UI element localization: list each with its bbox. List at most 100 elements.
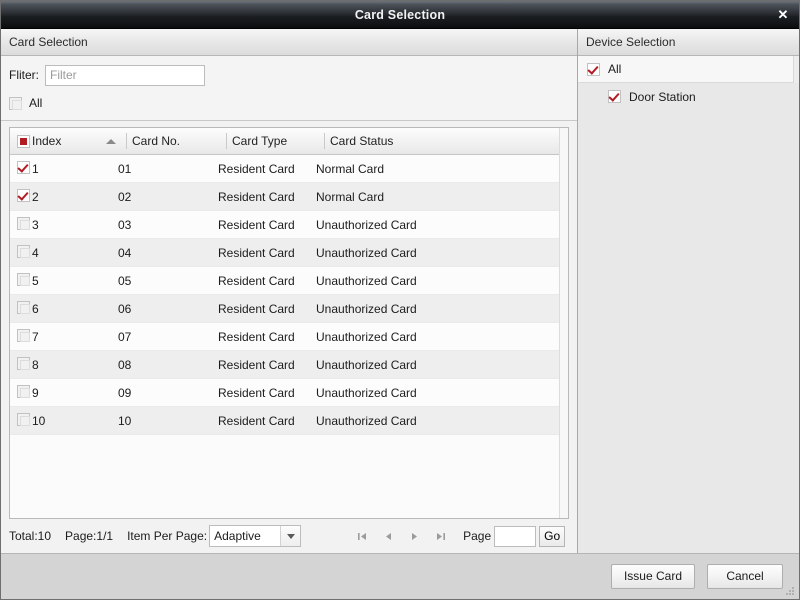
cell-card-no: 08 <box>118 357 132 372</box>
chevron-down-icon[interactable] <box>280 526 301 546</box>
row-checkbox-cell[interactable] <box>10 188 32 205</box>
cell-card-status: Unauthorized Card <box>316 301 417 316</box>
cell-card-status: Unauthorized Card <box>316 413 417 428</box>
table-row[interactable]: 5 05 Resident Card Unauthorized Card <box>10 267 568 295</box>
window-title: Card Selection <box>354 8 446 22</box>
device-selection-header: Device Selection <box>578 29 799 56</box>
filter-label: Fliter: <box>9 68 39 82</box>
resize-grip[interactable] <box>786 587 796 597</box>
last-page-icon[interactable] <box>427 525 453 547</box>
cell-card-no: 03 <box>118 217 132 232</box>
select-all-checkbox[interactable] <box>9 96 22 110</box>
cell-card-no: 01 <box>118 161 132 176</box>
cell-card-status: Unauthorized Card <box>316 357 417 372</box>
cell-card-status: Unauthorized Card <box>316 217 417 232</box>
column-header-card-status[interactable]: Card Status <box>324 128 568 155</box>
cell-card-type: Resident Card <box>218 357 295 372</box>
column-header-card-type[interactable]: Card Type <box>226 128 324 155</box>
dialog-footer: Issue Card Cancel <box>1 553 799 599</box>
table-row[interactable]: 2 02 Resident Card Normal Card <box>10 183 568 211</box>
page-indicator-label: Page:1/1 <box>65 529 114 543</box>
issue-card-button[interactable]: Issue Card <box>610 564 695 589</box>
row-checkbox-cell[interactable] <box>10 384 32 401</box>
row-checkbox[interactable] <box>17 328 30 342</box>
card-selection-dialog: Card Selection ✕ Card Selection Fliter: … <box>0 0 800 600</box>
cell-card-type: Resident Card <box>218 329 295 344</box>
previous-page-icon[interactable] <box>375 525 401 547</box>
row-checkbox-cell[interactable] <box>10 356 32 373</box>
cell-card-status: Unauthorized Card <box>316 329 417 344</box>
cell-card-type: Resident Card <box>218 189 295 204</box>
cell-index: 7 <box>32 329 39 344</box>
item-per-page-label: Item Per Page: <box>127 529 208 543</box>
card-table-body: 1 01 Resident Card Normal Card 2 02 Resident C… <box>10 155 568 518</box>
cell-card-no: 04 <box>118 245 132 260</box>
row-checkbox[interactable] <box>17 216 30 230</box>
row-checkbox[interactable] <box>17 356 30 370</box>
close-icon[interactable]: ✕ <box>773 5 793 25</box>
select-all-row[interactable]: All <box>9 92 577 114</box>
row-checkbox-cell[interactable] <box>10 216 32 233</box>
table-row[interactable]: 6 06 Resident Card Unauthorized Card <box>10 295 568 323</box>
card-selection-panel: Card Selection Fliter: All Inde <box>1 29 578 553</box>
table-row[interactable]: 4 04 Resident Card Unauthorized Card <box>10 239 568 267</box>
device-label: All <box>608 62 622 76</box>
device-list-item[interactable]: Door Station <box>578 83 799 110</box>
header-checkbox-cell[interactable] <box>10 128 32 155</box>
row-checkbox-cell[interactable] <box>10 300 32 317</box>
cell-card-no: 09 <box>118 385 132 400</box>
column-header-card-status-label: Card Status <box>330 134 394 148</box>
pagination-bar: Total:10 Page:1/1 Item Per Page: Adaptiv… <box>1 519 577 553</box>
next-page-icon[interactable] <box>401 525 427 547</box>
row-checkbox-cell[interactable] <box>10 160 32 177</box>
row-checkbox[interactable] <box>17 244 30 258</box>
device-checkbox[interactable] <box>587 62 600 76</box>
row-checkbox[interactable] <box>17 412 30 426</box>
cell-index: 4 <box>32 245 39 260</box>
device-checkbox[interactable] <box>608 90 621 103</box>
filter-input[interactable] <box>45 64 205 86</box>
row-checkbox[interactable] <box>17 272 30 286</box>
device-list-item[interactable]: All <box>578 56 799 83</box>
table-row[interactable]: 8 08 Resident Card Unauthorized Card <box>10 351 568 379</box>
row-checkbox-cell[interactable] <box>10 244 32 261</box>
table-row[interactable]: 3 03 Resident Card Unauthorized Card <box>10 211 568 239</box>
row-checkbox-cell[interactable] <box>10 328 32 345</box>
sort-ascending-icon[interactable] <box>106 138 116 144</box>
cell-card-status: Unauthorized Card <box>316 245 417 260</box>
page-jump-input[interactable] <box>494 525 537 547</box>
page-jump-label: Page <box>463 529 492 543</box>
row-checkbox[interactable] <box>17 160 30 174</box>
first-page-icon[interactable] <box>349 525 375 547</box>
go-button[interactable]: Go <box>539 525 566 547</box>
device-label: Door Station <box>629 89 696 104</box>
cell-card-type: Resident Card <box>218 273 295 288</box>
title-bar: Card Selection ✕ <box>1 1 799 29</box>
item-per-page-select[interactable]: Adaptive <box>209 525 302 547</box>
row-checkbox[interactable] <box>17 384 30 398</box>
row-checkbox-cell[interactable] <box>10 272 32 289</box>
table-row[interactable]: 10 10 Resident Card Unauthorized Card <box>10 407 568 435</box>
header-select-checkbox[interactable] <box>17 134 30 148</box>
total-count-label: Total:10 <box>9 529 52 543</box>
row-checkbox[interactable] <box>17 300 30 314</box>
table-row[interactable]: 9 09 Resident Card Unauthorized Card <box>10 379 568 407</box>
cell-index: 1 <box>32 161 39 176</box>
row-checkbox-cell[interactable] <box>10 412 32 429</box>
device-list-scrollbar[interactable] <box>793 56 799 83</box>
select-all-label: All <box>29 96 43 110</box>
card-table-header: Index Card No. Card Type Card Status <box>10 128 568 155</box>
table-row[interactable]: 1 01 Resident Card Normal Card <box>10 155 568 183</box>
dialog-body: Card Selection Fliter: All Inde <box>1 29 799 553</box>
table-scrollbar-gutter[interactable] <box>559 128 568 518</box>
column-header-index[interactable]: Index <box>32 128 126 155</box>
cell-index: 3 <box>32 217 39 232</box>
cell-card-no: 10 <box>118 413 132 428</box>
column-header-card-no[interactable]: Card No. <box>126 128 226 155</box>
row-checkbox[interactable] <box>17 188 30 202</box>
table-row[interactable]: 7 07 Resident Card Unauthorized Card <box>10 323 568 351</box>
cell-card-type: Resident Card <box>218 245 295 260</box>
cancel-button[interactable]: Cancel <box>707 564 783 589</box>
cell-card-type: Resident Card <box>218 161 295 176</box>
cell-card-status: Unauthorized Card <box>316 273 417 288</box>
